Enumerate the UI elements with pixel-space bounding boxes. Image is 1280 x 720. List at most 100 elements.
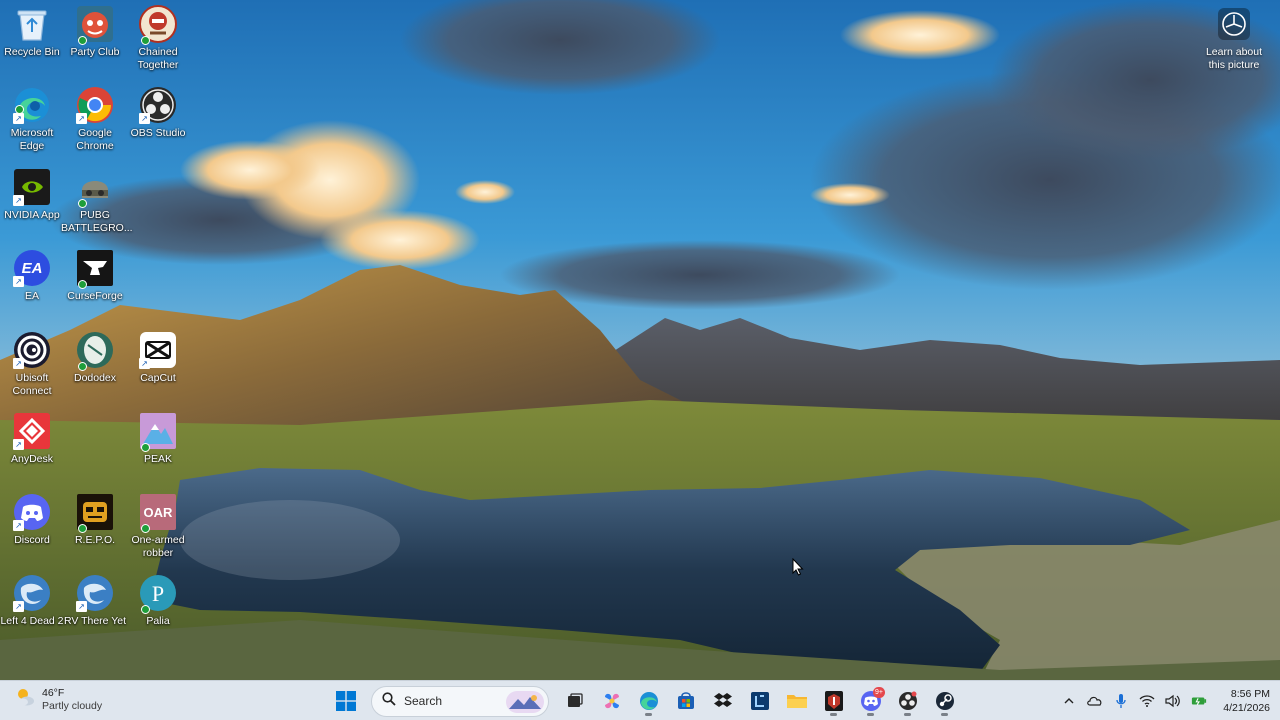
weather-widget[interactable]: 46°F Partly cloudy [14, 686, 102, 713]
shortcut-arrow-icon: ↗ [13, 439, 24, 450]
desktop-icon-label: One-armed robber [131, 534, 185, 559]
desktop-icon-label: Ubisoft Connect [12, 372, 52, 397]
desktop-icon-repo[interactable]: R.E.P.O. [63, 493, 127, 547]
shortcut-arrow-icon: ↗ [13, 195, 24, 206]
task-view-button[interactable] [559, 686, 590, 717]
sync-status-icon [78, 36, 87, 45]
desktop-icon-recycle-bin[interactable]: Recycle Bin [0, 5, 64, 59]
obs-icon: ↗ [139, 86, 177, 124]
sync-status-icon [141, 605, 150, 614]
edge-icon [639, 692, 658, 710]
sync-status-icon [78, 280, 87, 289]
desktop-icon-palia[interactable]: P Palia [126, 574, 190, 628]
desktop-icon-anydesk[interactable]: ↗ AnyDesk [0, 412, 64, 466]
clock-time: 8:56 PM [1230, 688, 1270, 700]
shortcut-arrow-icon: ↗ [13, 520, 24, 531]
party-club-icon [76, 5, 114, 45]
rv-there-yet-icon: ↗ [76, 574, 114, 612]
obs-icon [898, 691, 917, 710]
battery-icon[interactable] [1191, 693, 1207, 709]
taskbar-search-box[interactable]: Search [371, 685, 549, 718]
peak-icon [139, 412, 177, 452]
desktop-icon-ea[interactable]: EA ↗ EA [0, 249, 64, 303]
desktop-icon-left-4-dead-2[interactable]: ↗ Left 4 Dead 2 [0, 574, 64, 628]
desktop-icon-discord[interactable]: ↗ Discord [0, 493, 64, 547]
taskbar-file-explorer-button[interactable] [781, 686, 812, 717]
desktop-icon-microsoft-edge[interactable]: ↗ Microsoft Edge [0, 86, 64, 153]
desktop-icon-ubisoft-connect[interactable]: ↗ Ubisoft Connect [0, 331, 64, 398]
taskbar-game-button[interactable] [818, 686, 849, 717]
taskbar-clock[interactable]: 8:56 PM 4/21/2026 [1223, 687, 1270, 715]
desktop-icon-label: OBS Studio [130, 127, 186, 139]
search-icon [382, 691, 396, 711]
sync-status-icon [78, 362, 87, 371]
volume-icon[interactable] [1165, 693, 1181, 709]
taskbar-steam-button[interactable] [929, 686, 960, 717]
windows-start-icon [335, 691, 356, 711]
taskbar-edge-button[interactable] [633, 686, 664, 717]
svg-text:OAR: OAR [144, 505, 174, 520]
chrome-icon: ↗ [76, 86, 114, 124]
weather-temp: 46°F [42, 686, 65, 699]
desktop-icon-label: CurseForge [67, 290, 123, 302]
learn-about-picture-button[interactable]: Learn about this picture [1198, 8, 1270, 72]
search-highlight-icon [506, 690, 544, 718]
taskbar: 46°F Partly cloudy Search 9+ 8:56 PM 4/2… [0, 680, 1280, 720]
onedrive-icon[interactable] [1087, 693, 1103, 709]
taskbar-discord-button[interactable]: 9+ [855, 686, 886, 717]
task-view-icon [567, 693, 583, 707]
shortcut-arrow-icon: ↗ [139, 358, 150, 369]
desktop-icon-label: Palia [146, 615, 170, 627]
game-icon [824, 691, 843, 711]
dododex-icon [76, 331, 114, 371]
start-button[interactable] [330, 686, 361, 717]
ubisoft-icon: ↗ [13, 331, 51, 369]
sync-status-icon [78, 524, 87, 533]
desktop-icon-party-club[interactable]: Party Club [63, 5, 127, 59]
desktop-icon-obs-studio[interactable]: ↗ OBS Studio [126, 86, 190, 140]
desktop-icon-label: Microsoft Edge [10, 127, 54, 152]
copilot-icon [604, 693, 619, 709]
clock-date: 4/21/2026 [1223, 702, 1270, 714]
desktop-icon-one-armed-robber[interactable]: OAR One-armed robber [126, 493, 190, 560]
desktop-icon-label: RV There Yet [63, 615, 127, 627]
desktop-icon-chained-together[interactable]: Chained Together [126, 5, 190, 72]
desktop-icon-label: Dododex [73, 372, 117, 384]
desktop-icon-label: PEAK [143, 453, 172, 465]
repo-icon [76, 493, 114, 533]
desktop-icon-rv-there-yet[interactable]: ↗ RV There Yet [63, 574, 127, 628]
desktop-icon-label: CapCut [140, 372, 176, 384]
desktop-icon-google-chrome[interactable]: ↗ Google Chrome [63, 86, 127, 153]
wifi-icon[interactable] [1139, 693, 1155, 709]
taskbar-dropbox-button[interactable] [707, 686, 738, 717]
microphone-icon[interactable] [1113, 693, 1129, 709]
copilot-button[interactable] [596, 686, 627, 717]
discord-notification-badge: 9+ [873, 686, 885, 698]
desktop-icon-pubg[interactable]: PUBG BATTLEGRO... [61, 168, 133, 235]
shortcut-arrow-icon: ↗ [13, 601, 24, 612]
desktop-icon-label: NVIDIA App [4, 209, 60, 221]
curseforge-icon [76, 249, 114, 289]
learn-about-label: Learn about this picture [1205, 46, 1263, 71]
partly-cloudy-icon [14, 686, 36, 713]
taskbar-obs-button[interactable] [892, 686, 923, 717]
sync-status-icon [141, 443, 150, 452]
search-placeholder: Search [404, 694, 443, 708]
desktop-icon-curseforge[interactable]: CurseForge [63, 249, 127, 303]
folder-icon [786, 695, 807, 708]
desktop-icon-label: Chained Together [137, 46, 179, 71]
taskbar-store-button[interactable] [670, 686, 701, 717]
shortcut-arrow-icon: ↗ [139, 113, 150, 124]
nvidia-icon: ↗ [13, 168, 51, 206]
chained-together-icon [139, 5, 177, 45]
shortcut-arrow-icon: ↗ [13, 113, 24, 124]
desktop-icon-dododex[interactable]: Dododex [63, 331, 127, 385]
taskbar-app-blue-button[interactable] [744, 686, 775, 717]
steam-icon [935, 692, 954, 710]
desktop-icon-capcut[interactable]: ↗ CapCut [126, 331, 190, 385]
shortcut-arrow-icon: ↗ [76, 601, 87, 612]
sync-status-icon [141, 524, 150, 533]
show-hidden-icons-icon[interactable] [1061, 693, 1077, 709]
desktop-icon-nvidia-app[interactable]: ↗ NVIDIA App [0, 168, 64, 222]
desktop-icon-peak[interactable]: PEAK [126, 412, 190, 466]
